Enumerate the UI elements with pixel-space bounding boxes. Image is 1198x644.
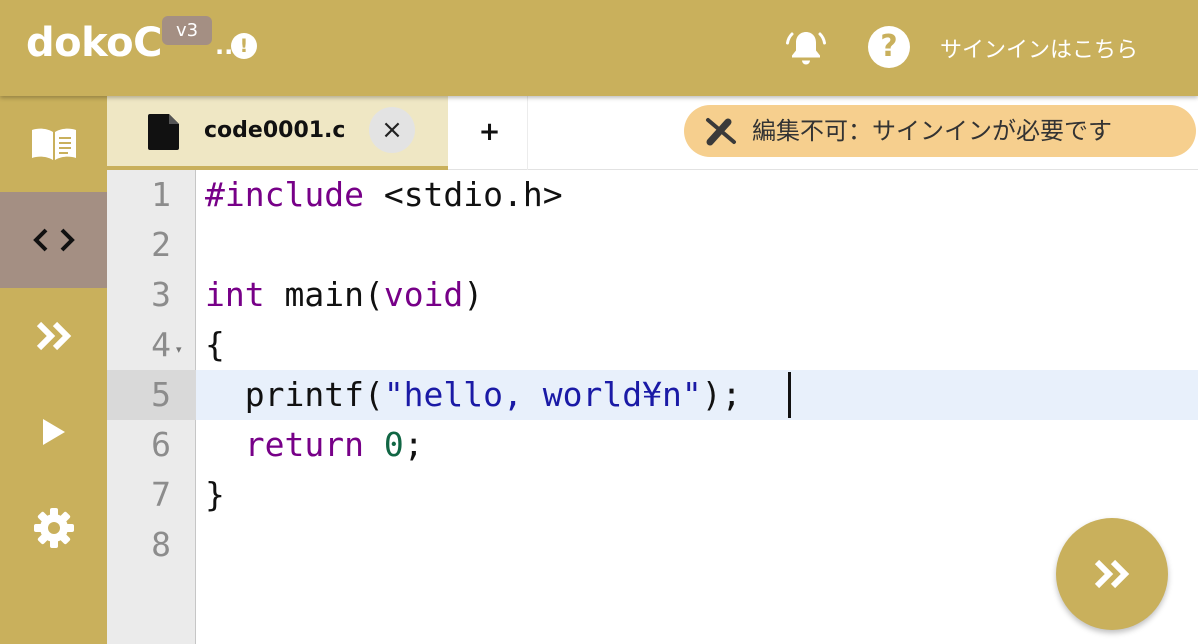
code-brackets-icon (32, 228, 75, 252)
line-number: 6 (151, 425, 171, 464)
app-header: dokoC v3 .. ! ? サインインはこちら (0, 0, 1198, 96)
double-chevron-right-icon (1094, 559, 1130, 589)
file-icon (148, 114, 179, 150)
fold-arrow-icon[interactable]: ▾ (176, 343, 182, 356)
run-fab-button[interactable] (1056, 518, 1168, 630)
line-number: 2 (151, 225, 171, 264)
pencil-off-icon (706, 118, 736, 146)
help-icon[interactable]: ? (868, 26, 910, 68)
tab-bar: code0001.c × + 編集不可：サインインが必要です (107, 96, 1198, 170)
code-line: } (205, 475, 225, 514)
code-line: return 0; (244, 425, 424, 464)
code-line: int main(void) (205, 275, 484, 314)
readonly-notice: 編集不可：サインインが必要です (684, 105, 1196, 157)
sidebar-item-book[interactable] (0, 96, 107, 192)
code-line: #include <stdio.h> (205, 175, 563, 214)
readonly-notice-text: 編集不可：サインインが必要です (752, 117, 1112, 145)
line-number: 4 (151, 325, 171, 364)
code-line: { (205, 325, 225, 364)
sidebar-item-code[interactable] (0, 192, 107, 288)
tab-title: code0001.c (204, 118, 346, 143)
sidebar-item-run[interactable] (0, 384, 107, 480)
add-tab-button[interactable]: + (452, 96, 528, 170)
sidebar (0, 96, 107, 644)
book-open-icon (31, 128, 76, 160)
line-number: 8 (151, 525, 171, 564)
bell-icon[interactable] (783, 24, 829, 70)
play-icon (42, 419, 65, 445)
tab-close-button[interactable]: × (369, 107, 415, 153)
sidebar-item-next[interactable] (0, 288, 107, 384)
double-chevron-right-icon (36, 321, 71, 351)
signin-link[interactable]: サインインはこちら (940, 32, 1138, 64)
gear-icon (33, 508, 74, 548)
text-cursor (788, 372, 791, 418)
alert-icon[interactable]: ! (231, 33, 257, 59)
line-number: 7 (151, 475, 171, 514)
sidebar-item-settings[interactable] (0, 480, 107, 576)
line-number: 1 (151, 175, 171, 214)
tab-code0001[interactable]: code0001.c × (107, 96, 448, 170)
version-badge: v3 (162, 16, 212, 45)
line-number: 5 (151, 375, 171, 414)
code-line: printf("hello, world¥n"); (205, 375, 742, 414)
app-logo: dokoC (26, 20, 162, 66)
line-number: 3 (151, 275, 171, 314)
